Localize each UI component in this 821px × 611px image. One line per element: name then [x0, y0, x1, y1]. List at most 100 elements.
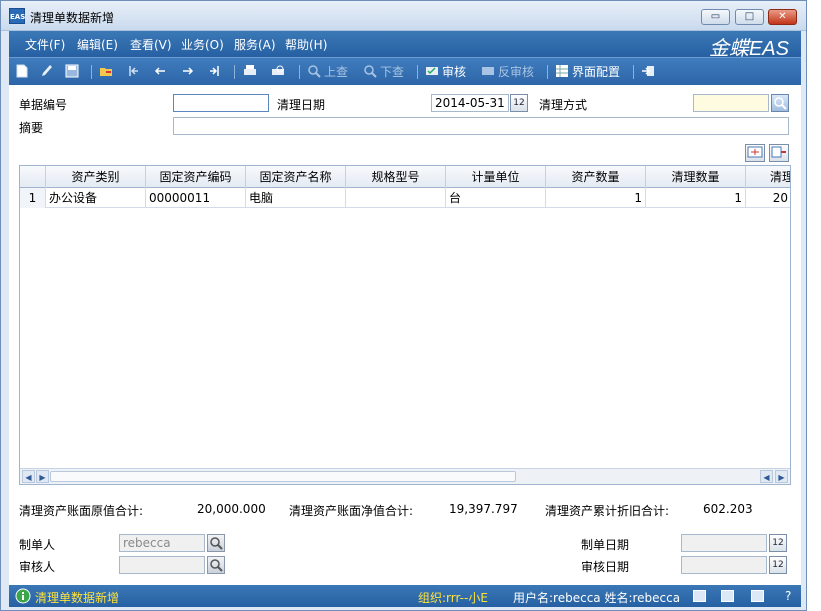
trace-down-label: 下查: [380, 65, 405, 79]
creator-lookup-button[interactable]: [207, 534, 225, 552]
unaudit-button[interactable]: 反审核: [481, 63, 534, 81]
cell-asset-code[interactable]: 00000011: [146, 188, 246, 208]
status-list-icon[interactable]: [693, 590, 706, 602]
menu-edit[interactable]: 编辑(E): [77, 36, 118, 53]
clear-method-lookup-button[interactable]: [771, 94, 789, 112]
bill-number-label: 单据编号: [19, 98, 68, 112]
info-icon: [15, 588, 31, 604]
cell-clear-quantity[interactable]: 1: [646, 188, 746, 208]
clear-date-input[interactable]: 2014-05-31: [431, 94, 509, 112]
print-preview-button[interactable]: [271, 63, 288, 81]
attach-button[interactable]: [99, 63, 116, 81]
asset-table: 资产类别 固定资产编码 固定资产名称 规格型号 计量单位 资产数量 清理数量 清…: [19, 165, 791, 485]
audit-button[interactable]: 审核: [425, 63, 466, 81]
save-button[interactable]: [65, 63, 82, 81]
toolbar-separator: [417, 65, 418, 79]
cell-asset-quantity[interactable]: 1: [546, 188, 646, 208]
create-date-picker-button[interactable]: 12: [769, 534, 787, 552]
cell-asset-category[interactable]: 办公设备: [46, 188, 146, 208]
column-asset-code[interactable]: 固定资产编码: [146, 166, 246, 188]
create-date-input[interactable]: [681, 534, 767, 552]
trace-down-button[interactable]: 下查: [363, 63, 404, 81]
column-clear-quantity[interactable]: 清理数量: [646, 166, 746, 188]
column-asset-name[interactable]: 固定资产名称: [246, 166, 346, 188]
previous-record-button[interactable]: [153, 63, 170, 81]
last-arrow-icon: [210, 66, 219, 76]
audit-label: 审核: [442, 65, 467, 79]
auditor-label: 审核人: [19, 560, 56, 574]
bill-number-input[interactable]: [173, 94, 269, 112]
next-record-button[interactable]: [181, 63, 198, 81]
scroll-right-end-icon[interactable]: ▶: [775, 470, 788, 483]
close-button[interactable]: ✕: [768, 9, 797, 25]
creator-input[interactable]: rebecca: [119, 534, 205, 552]
clear-method-input[interactable]: [693, 94, 769, 112]
menu-service[interactable]: 服务(A): [234, 36, 276, 53]
exit-icon: [642, 66, 654, 76]
column-asset-category[interactable]: 资产类别: [46, 166, 146, 188]
unaudit-icon: [482, 67, 494, 75]
scrollbar-thumb[interactable]: [50, 471, 516, 482]
toolbar-separator: [547, 65, 548, 79]
brush-icon: [42, 65, 52, 76]
scroll-right-icon[interactable]: ▶: [36, 470, 49, 483]
menu-help[interactable]: 帮助(H): [285, 36, 327, 53]
status-grid-icon[interactable]: [751, 590, 764, 602]
edit-button[interactable]: [39, 63, 56, 81]
maximize-button[interactable]: □: [735, 9, 764, 25]
save-icon: [65, 64, 79, 78]
help-icon[interactable]: ?: [785, 589, 791, 603]
cell-asset-name[interactable]: 电脑: [246, 188, 346, 208]
auditor-input[interactable]: [119, 556, 205, 574]
toolbar-separator: [91, 65, 92, 79]
audit-date-label: 审核日期: [581, 560, 630, 574]
audit-date-picker-button[interactable]: 12: [769, 556, 787, 574]
column-unit[interactable]: 计量单位: [446, 166, 546, 188]
toolbar-separator: [633, 65, 634, 79]
toolbar-separator: [234, 65, 235, 79]
delete-row-icon: [771, 146, 786, 158]
horizontal-scrollbar[interactable]: ◀ ▶ ◀ ▶: [20, 468, 790, 484]
cell-unit[interactable]: 台: [446, 188, 546, 208]
unaudit-label: 反审核: [498, 65, 535, 79]
search-icon: [210, 537, 223, 550]
trace-up-button[interactable]: 上查: [307, 63, 348, 81]
table-row[interactable]: 1 办公设备 00000011 电脑 台 1 1 20: [20, 188, 790, 208]
first-record-button[interactable]: [127, 63, 144, 81]
row-number: 1: [20, 188, 46, 208]
interface-config-button[interactable]: 界面配置: [555, 63, 620, 81]
date-picker-button[interactable]: 12: [510, 94, 528, 112]
last-record-button[interactable]: [207, 63, 224, 81]
status-user: 用户名:rebecca 姓名:rebecca: [513, 591, 681, 605]
column-asset-quantity[interactable]: 资产数量: [546, 166, 646, 188]
audit-date-input[interactable]: [681, 556, 767, 574]
title-bar: EAS 清理单数据新增 ▭ □ ✕: [1, 1, 806, 31]
column-clear-amount[interactable]: 清理: [746, 166, 790, 188]
net-value-total-label: 清理资产账面净值合计:: [289, 504, 414, 518]
new-document-icon: [16, 64, 28, 78]
search-icon: [774, 97, 787, 110]
column-spec-model[interactable]: 规格型号: [346, 166, 446, 188]
auditor-lookup-button[interactable]: [207, 556, 225, 574]
create-date-label: 制单日期: [581, 538, 630, 552]
trace-up-label: 上查: [324, 65, 349, 79]
cell-spec-model[interactable]: [346, 188, 446, 208]
print-button[interactable]: [243, 63, 260, 81]
window-title: 清理单数据新增: [30, 11, 115, 25]
menu-business[interactable]: 业务(O): [181, 36, 224, 53]
right-arrow-icon: [183, 67, 194, 75]
trace-up-icon: [308, 65, 321, 78]
scroll-left-end-icon[interactable]: ◀: [760, 470, 773, 483]
status-window-icon[interactable]: [721, 590, 734, 602]
add-row-button[interactable]: [745, 144, 765, 162]
exit-button[interactable]: [641, 63, 658, 81]
menu-view[interactable]: 查看(V): [130, 36, 172, 53]
trace-down-icon: [364, 65, 377, 78]
new-button[interactable]: [15, 63, 32, 81]
cell-clear-amount[interactable]: 20: [746, 188, 790, 208]
delete-row-button[interactable]: [769, 144, 789, 162]
summary-input[interactable]: [173, 117, 789, 135]
minimize-button[interactable]: ▭: [701, 9, 730, 25]
scroll-left-icon[interactable]: ◀: [22, 470, 35, 483]
menu-file[interactable]: 文件(F): [25, 36, 65, 53]
